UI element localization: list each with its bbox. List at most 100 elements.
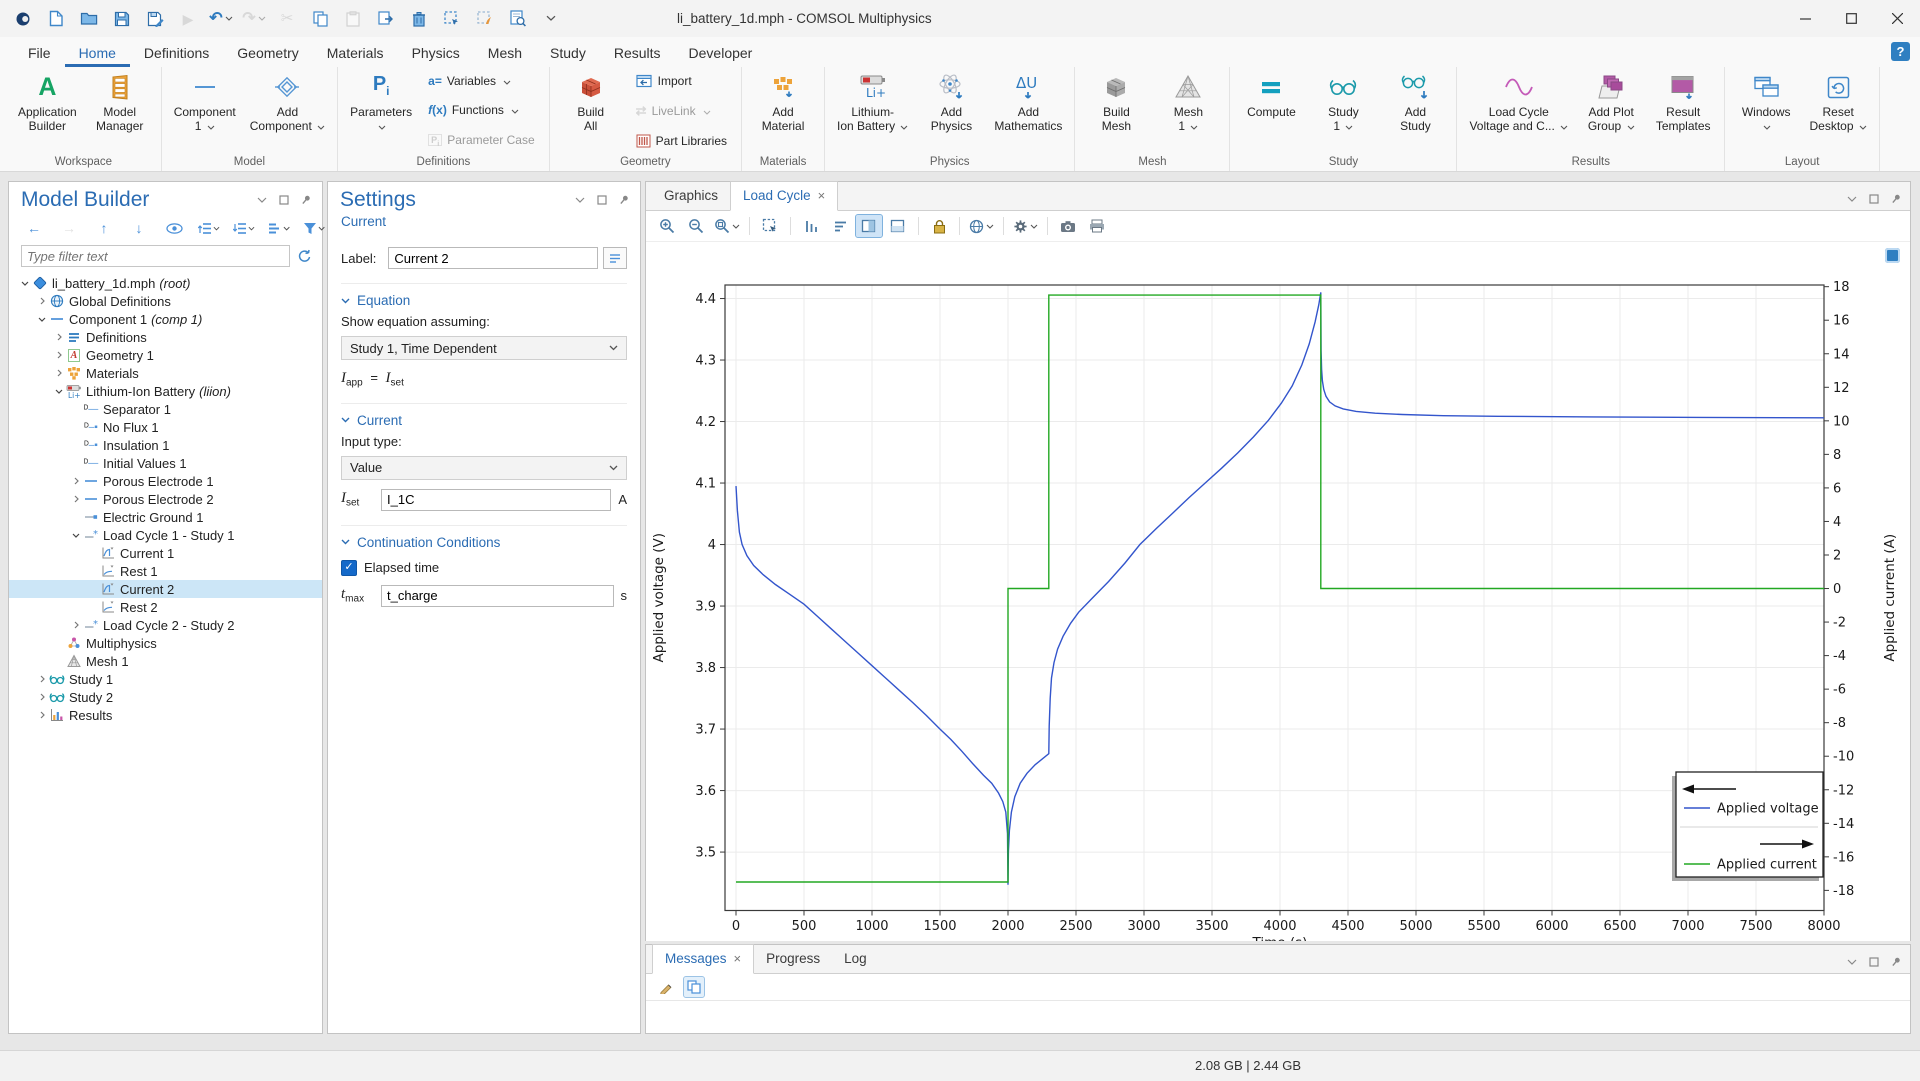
application-builder-button[interactable]: AApplicationBuilder — [12, 69, 83, 155]
panel-menu-icon[interactable] — [257, 197, 267, 203]
equation-study-dropdown[interactable]: Study 1, Time Dependent — [341, 336, 627, 360]
tree-node-rest-2[interactable]: Rest 2 — [9, 598, 322, 616]
section-current[interactable]: Current — [341, 403, 627, 428]
tree-node-definitions[interactable]: Definitions — [9, 328, 322, 346]
ribbon-tab-definitions[interactable]: Definitions — [130, 41, 223, 67]
tree-node-component-1[interactable]: Component 1(comp 1) — [9, 310, 322, 328]
pin-panel-icon[interactable] — [1891, 193, 1902, 204]
iset-input[interactable] — [381, 489, 611, 511]
part-libraries-button[interactable]: Part Libraries — [632, 133, 731, 149]
expand-icon[interactable] — [70, 621, 82, 629]
expand-icon[interactable] — [36, 675, 48, 683]
float-panel-icon[interactable] — [597, 195, 607, 205]
maximize-button[interactable] — [1828, 0, 1874, 37]
load-cycle-button[interactable]: Load CycleVoltage and C... — [1463, 69, 1574, 155]
zoom-extents-icon[interactable] — [712, 215, 742, 237]
refresh-icon[interactable] — [296, 248, 312, 264]
cut-icon[interactable]: ✂ — [274, 6, 300, 32]
panel-menu-icon[interactable] — [1847, 959, 1857, 965]
tree-node-porous-electrode-2[interactable]: Porous Electrode 2 — [9, 490, 322, 508]
go-back-icon[interactable]: ← — [21, 217, 47, 239]
toolbar-overflow-icon[interactable] — [538, 6, 564, 32]
expand-icon[interactable] — [36, 711, 48, 719]
panel-menu-icon[interactable] — [575, 197, 585, 203]
parameters-button[interactable]: PiParameters — [344, 69, 418, 155]
expand-icon[interactable] — [53, 333, 65, 341]
select-box-icon[interactable] — [439, 6, 465, 32]
move-up-icon[interactable]: ↑ — [91, 217, 117, 239]
tree-node-initial-values-1[interactable]: ᴰ—Initial Values 1 — [9, 454, 322, 472]
ribbon-tab-home[interactable]: Home — [65, 41, 130, 67]
zoom-selection-icon[interactable] — [757, 215, 783, 237]
tree-node-porous-electrode-1[interactable]: Porous Electrode 1 — [9, 472, 322, 490]
ribbon-tab-study[interactable]: Study — [536, 41, 600, 67]
collapse-icon[interactable] — [53, 389, 65, 394]
undo-icon[interactable]: ↶ — [208, 6, 234, 32]
lock-axes-icon[interactable] — [926, 215, 952, 237]
add-material-button[interactable]: AddMaterial — [748, 69, 818, 155]
y-axis-data-icon[interactable] — [798, 215, 824, 237]
plot-window-icon[interactable] — [1885, 248, 1900, 263]
ribbon-tab-physics[interactable]: Physics — [398, 41, 474, 67]
elapsed-time-checkbox[interactable]: ✓ — [341, 560, 357, 576]
tree-node-current-1[interactable]: Current 1 — [9, 544, 322, 562]
add-study-button[interactable]: AddStudy — [1380, 69, 1450, 155]
expand-icon[interactable] — [70, 495, 82, 503]
tree-node-li-battery-1d-mph[interactable]: li_battery_1d.mph(root) — [9, 274, 322, 292]
image-snapshot-icon[interactable] — [1055, 215, 1081, 237]
print-icon[interactable] — [1084, 215, 1110, 237]
tree-node-study-2[interactable]: Study 2 — [9, 688, 322, 706]
close-button[interactable] — [1874, 0, 1920, 37]
ribbon-tab-geometry[interactable]: Geometry — [223, 41, 312, 67]
graphics-tab-graphics[interactable]: Graphics — [652, 182, 730, 210]
go-forward-icon[interactable]: → — [56, 217, 82, 239]
axis-limits-icon[interactable] — [856, 215, 882, 237]
section-equation[interactable]: Equation — [341, 283, 627, 308]
tree-node-mesh-1[interactable]: Mesh 1 — [9, 652, 322, 670]
tree-node-materials[interactable]: Materials — [9, 364, 322, 382]
run-icon[interactable]: ▶ — [175, 6, 201, 32]
windows-button[interactable]: Windows — [1731, 69, 1801, 155]
parameter-case-button[interactable]: PiParameter Case — [424, 131, 538, 149]
ribbon-tab-file[interactable]: File — [14, 41, 65, 67]
annotation-pointer-icon[interactable] — [656, 977, 676, 997]
tree-node-load-cycle-1-study-1[interactable]: *Load Cycle 1 - Study 1 — [9, 526, 322, 544]
input-type-dropdown[interactable]: Value — [341, 456, 627, 480]
battery-button[interactable]: Li+Lithium-Ion Battery — [831, 69, 914, 155]
tree-node-insulation-1[interactable]: ᴰ–▪Insulation 1 — [9, 436, 322, 454]
zoom-out-icon[interactable] — [683, 215, 709, 237]
copy-icon[interactable] — [307, 6, 333, 32]
add-plot-group-button[interactable]: Add PlotGroup — [1576, 69, 1646, 155]
find-icon[interactable] — [505, 6, 531, 32]
tree-node-no-flux-1[interactable]: ᴰ–▪No Flux 1 — [9, 418, 322, 436]
expand-icon[interactable] — [36, 297, 48, 305]
ribbon-tab-materials[interactable]: Materials — [313, 41, 398, 67]
functions-button[interactable]: f(x)Functions — [424, 102, 538, 118]
collapse-all-icon[interactable] — [231, 217, 257, 239]
collapse-icon[interactable] — [36, 317, 48, 322]
zoom-in-icon[interactable] — [654, 215, 680, 237]
add-physics-button[interactable]: AddPhysics — [916, 69, 986, 155]
float-panel-icon[interactable] — [1869, 194, 1879, 204]
new-file-icon[interactable] — [43, 6, 69, 32]
tree-node-load-cycle-2-study-2[interactable]: *Load Cycle 2 - Study 2 — [9, 616, 322, 634]
tmax-input[interactable] — [381, 585, 614, 607]
build-all-button[interactable]: BuildAll — [556, 69, 626, 155]
pin-panel-icon[interactable] — [301, 194, 312, 205]
add-mathematics-button[interactable]: ΔUAddMathematics — [988, 69, 1068, 155]
variables-button[interactable]: a=Variables — [424, 73, 538, 89]
add-component-button[interactable]: AddComponent — [244, 69, 331, 155]
help-icon[interactable]: ? — [1891, 42, 1910, 61]
ribbon-tab-developer[interactable]: Developer — [675, 41, 767, 67]
study-button[interactable]: Study1 — [1308, 69, 1378, 155]
duplicate-icon[interactable] — [373, 6, 399, 32]
component-button[interactable]: Component1 — [168, 69, 242, 155]
messages-tab-log[interactable]: Log — [832, 945, 879, 973]
comsol-logo-icon[interactable] — [10, 6, 36, 32]
expand-all-icon[interactable] — [196, 217, 222, 239]
expand-icon[interactable] — [70, 477, 82, 485]
rename-button[interactable] — [603, 247, 627, 269]
tree-node-results[interactable]: Results — [9, 706, 322, 724]
model-tree-node-text-icon[interactable] — [266, 217, 292, 239]
open-file-icon[interactable] — [76, 6, 102, 32]
